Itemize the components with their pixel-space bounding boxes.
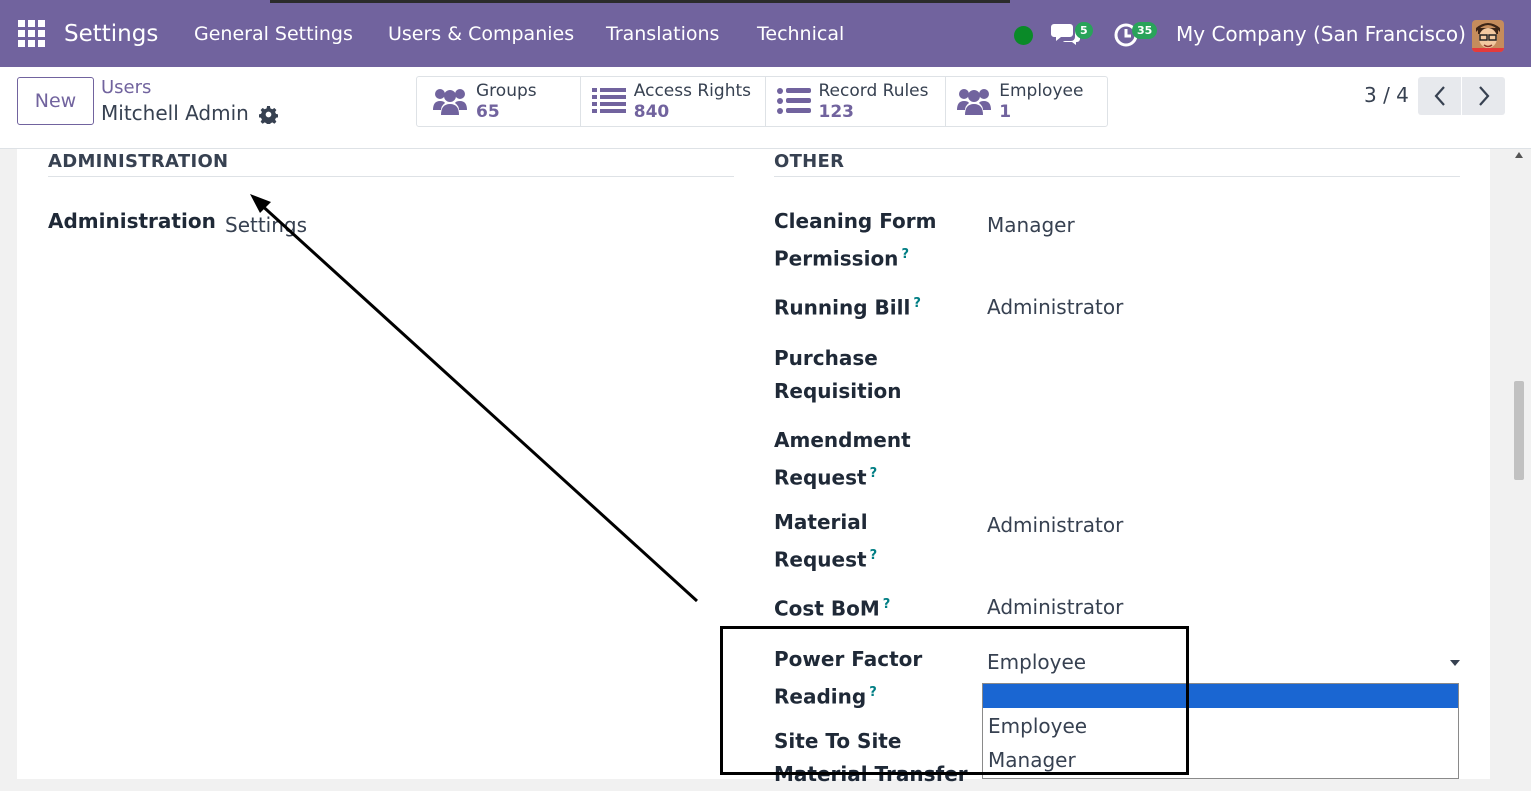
field-label-site-to-site-material-transfer: Site To Site Material Transfer (774, 729, 968, 786)
smart-buttons-bar: Groups 65 Access Rights 840 Record Rules… (416, 76, 1108, 127)
help-tooltip-icon[interactable]: ? (913, 296, 921, 311)
field-label-material-request: Material Request? (774, 510, 878, 572)
record-rules-label: Record Rules (818, 81, 929, 101)
list-icon (776, 88, 811, 114)
field-label-purchase-requisition: Purchase Requisition (774, 346, 902, 403)
employee-count: 1 (999, 102, 1012, 122)
chevron-left-icon (1434, 86, 1445, 106)
dropdown-option-employee[interactable]: Employee (983, 714, 1458, 738)
employee-label: Employee (999, 81, 1084, 101)
help-tooltip-icon[interactable]: ? (870, 466, 878, 481)
access-rights-label: Access Rights (633, 81, 751, 101)
user-avatar[interactable] (1472, 20, 1504, 52)
record-rules-count: 123 (818, 102, 855, 122)
pager-value[interactable]: 3 / 4 (1364, 83, 1409, 107)
field-value-purchase-requisition[interactable] (987, 350, 1457, 376)
app-name[interactable]: Settings (64, 0, 158, 67)
apps-menu-icon[interactable] (18, 0, 46, 67)
chevron-right-icon (1478, 86, 1489, 106)
users-icon (433, 89, 467, 115)
record-rules-smart-button[interactable]: Record Rules 123 (766, 77, 947, 126)
menu-translations[interactable]: Translations (606, 0, 719, 67)
list-icon (591, 88, 626, 113)
dropdown-option-blank[interactable] (983, 684, 1458, 708)
pager-previous-button[interactable] (1418, 77, 1461, 115)
groups-count: 65 (476, 102, 500, 122)
help-tooltip-icon[interactable]: ? (869, 685, 877, 700)
access-rights-count: 840 (633, 102, 670, 122)
field-label-cleaning-form-permission: Cleaning Form Permission? (774, 209, 937, 271)
messages-count-badge: 5 (1075, 22, 1093, 39)
field-label-power-factor-reading: Power Factor Reading? (774, 647, 923, 709)
field-label-running-bill: Running Bill? (774, 295, 921, 320)
users-icon (957, 89, 992, 115)
section-title-administration: ADMINISTRATION (48, 151, 229, 172)
scrollbar-thumb[interactable] (1514, 381, 1524, 480)
field-value-cost-bom[interactable]: Administrator (987, 595, 1123, 619)
field-value-material-request[interactable]: Administrator (987, 513, 1123, 537)
menu-general-settings[interactable]: General Settings (194, 0, 353, 67)
groups-smart-button[interactable]: Groups 65 (417, 77, 581, 126)
field-label-cost-bom: Cost BoM? (774, 596, 891, 621)
field-label-amendment-request: Amendment Request? (774, 428, 911, 490)
field-value-administration[interactable]: Settings (225, 213, 307, 237)
field-value-cleaning-form-permission[interactable]: Manager (987, 213, 1075, 237)
employee-smart-button[interactable]: Employee 1 (946, 77, 1107, 126)
field-value-amendment-request[interactable] (987, 432, 1457, 458)
menu-technical[interactable]: Technical (757, 0, 844, 67)
field-label-administration: Administration (48, 209, 216, 233)
field-value-power-factor-reading[interactable]: Employee (987, 650, 1086, 674)
dropdown-option-manager[interactable]: Manager (983, 748, 1458, 772)
section-divider (774, 176, 1460, 177)
breadcrumb-users-link[interactable]: Users (101, 77, 151, 98)
presence-status-icon (1014, 26, 1033, 45)
scroll-up-arrow-icon[interactable] (1515, 152, 1523, 158)
menu-users-companies[interactable]: Users & Companies (388, 0, 574, 67)
top-navbar: Settings General Settings Users & Compan… (0, 0, 1531, 67)
gear-icon[interactable] (259, 105, 278, 124)
field-value-running-bill[interactable]: Administrator (987, 295, 1123, 319)
help-tooltip-icon[interactable]: ? (870, 548, 878, 563)
groups-label: Groups (476, 81, 537, 101)
record-title: Mitchell Admin (101, 101, 249, 125)
section-title-other: OTHER (774, 151, 845, 172)
new-button[interactable]: New (17, 77, 94, 125)
activity-count-badge: 35 (1132, 22, 1158, 39)
help-tooltip-icon[interactable]: ? (901, 247, 909, 262)
help-tooltip-icon[interactable]: ? (883, 597, 891, 612)
chevron-down-icon[interactable] (1450, 660, 1460, 666)
power-factor-dropdown-list: Employee Manager (982, 683, 1459, 779)
section-divider (48, 176, 734, 177)
access-rights-smart-button[interactable]: Access Rights 840 (581, 77, 766, 126)
pager-next-button[interactable] (1462, 77, 1505, 115)
control-panel: New Users Mitchell Admin Groups 65 Acces… (0, 67, 1531, 149)
company-switcher[interactable]: My Company (San Francisco) (1176, 0, 1466, 67)
